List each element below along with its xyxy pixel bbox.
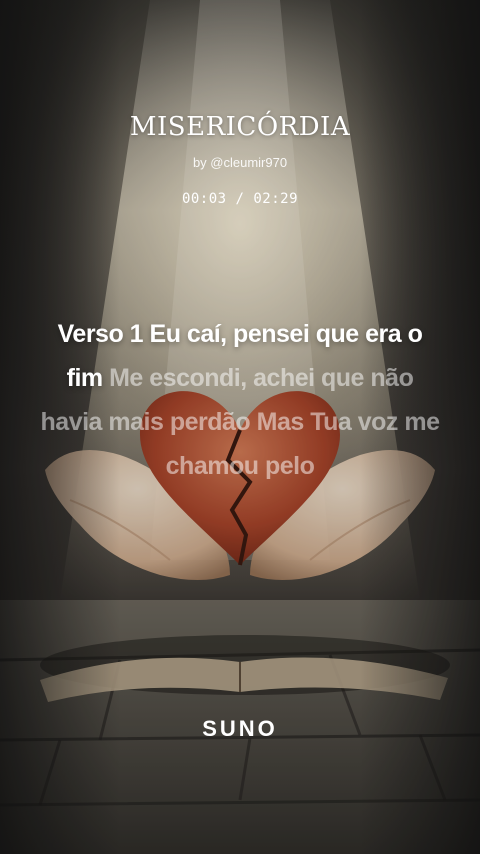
lyrics-block: Verso 1 Eu caí, pensei que era o fim Me … [40, 312, 440, 488]
artist-byline: by @cleumir970 [192, 155, 288, 170]
now-playing-overlay: MISERICÓRDIA by @cleumir970 00:03 / 02:2… [0, 0, 480, 854]
suno-logo: SUNO [202, 716, 278, 741]
song-title: MISERICÓRDIA [129, 112, 351, 142]
playback-time: 00:03 / 02:29 [181, 191, 299, 207]
